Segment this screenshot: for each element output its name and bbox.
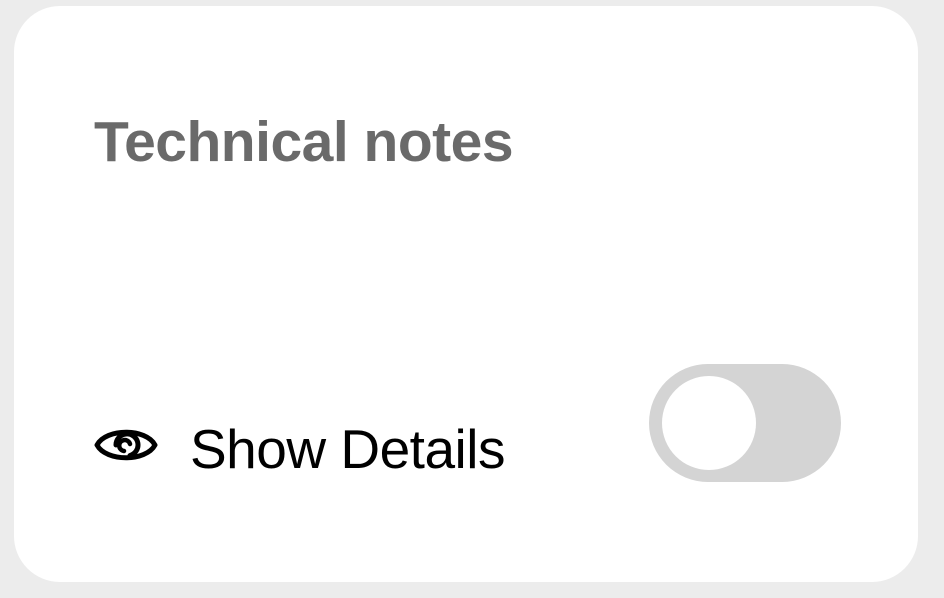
card-title: Technical notes: [94, 110, 514, 174]
eye-icon: [94, 421, 158, 469]
technical-notes-card: Technical notes Show Details: [14, 6, 918, 582]
show-details-row: Show Details: [94, 416, 505, 482]
show-details-toggle[interactable]: [649, 364, 841, 482]
toggle-knob[interactable]: [662, 376, 756, 470]
show-details-label: Show Details: [190, 417, 505, 480]
